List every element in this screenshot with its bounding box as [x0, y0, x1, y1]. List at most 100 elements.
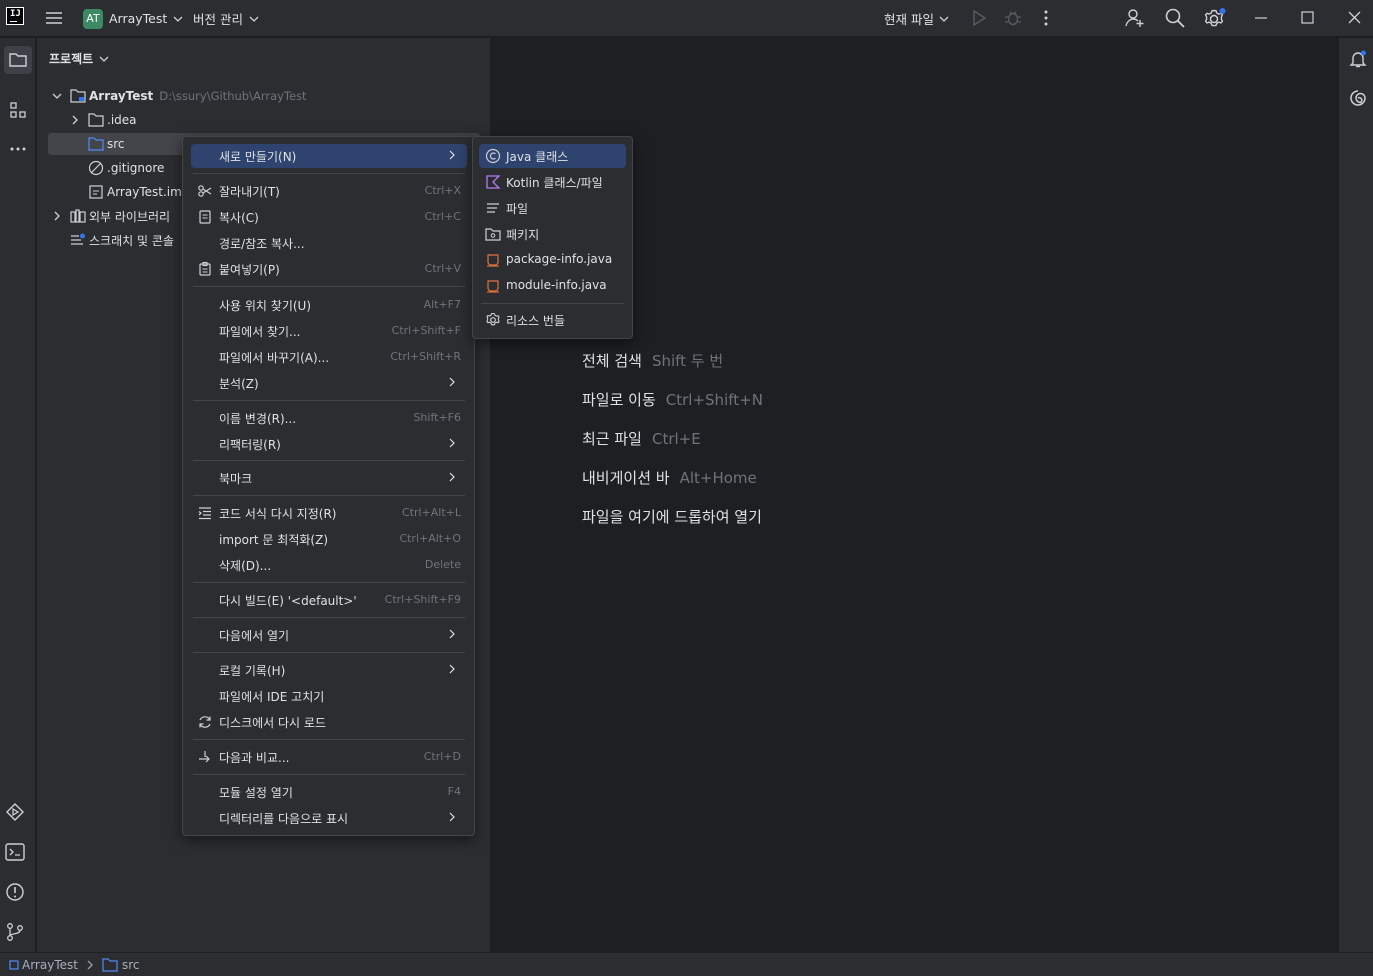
- menu-label: 파일에서 바꾸기(A)...: [219, 351, 330, 365]
- menu-separator: [193, 173, 465, 174]
- breadcrumb-item[interactable]: src: [122, 958, 140, 972]
- menu-item-local-history[interactable]: 로컬 기록(H): [191, 658, 467, 682]
- services-tool-icon[interactable]: [3, 800, 27, 824]
- hint-label: 내비게이션 바: [582, 469, 670, 487]
- more-actions-icon[interactable]: [1040, 9, 1052, 27]
- menu-item-compare-with[interactable]: 다음과 비교... Ctrl+D: [191, 745, 467, 769]
- menu-item-copy-path[interactable]: 경로/참조 복사...: [191, 231, 467, 255]
- menu-separator: [193, 774, 465, 775]
- menu-separator: [193, 652, 465, 653]
- settings-icon[interactable]: [1203, 7, 1227, 29]
- menu-item-open-in[interactable]: 다음에서 열기: [191, 623, 467, 647]
- problems-tool-icon[interactable]: [3, 880, 27, 904]
- submenu-item-package-info[interactable]: package-info.java: [479, 248, 626, 272]
- tree-item-external-libraries[interactable]: 외부 라이브러리: [51, 205, 170, 227]
- menu-item-optimize-imports[interactable]: import 문 최적화(Z) Ctrl+Alt+O: [191, 527, 467, 551]
- menu-item-cut[interactable]: 잘라내기(T) Ctrl+X: [191, 179, 467, 203]
- tree-item-iml[interactable]: ArrayTest.iml: [88, 181, 185, 203]
- submenu-label: Java 클래스: [506, 150, 569, 164]
- menu-item-mark-directory-as[interactable]: 디렉터리를 다음으로 표시: [191, 806, 467, 830]
- menu-item-new[interactable]: 새로 만들기(N): [191, 144, 467, 168]
- project-badge: AT: [83, 8, 103, 29]
- menu-item-replace-in-files[interactable]: 파일에서 바꾸기(A)... Ctrl+Shift+R: [191, 345, 467, 369]
- menu-item-refactor[interactable]: 리팩터링(R): [191, 432, 467, 456]
- menu-shortcut: Ctrl+X: [424, 184, 461, 197]
- hint-navigation-bar: 내비게이션 바 Alt+Home: [582, 467, 757, 488]
- menu-label: 복사(C): [219, 211, 259, 225]
- run-config-selector[interactable]: 현재 파일: [884, 0, 950, 37]
- hint-shortcut: Alt+Home: [679, 469, 757, 487]
- hint-shortcut: Ctrl+Shift+N: [665, 391, 763, 409]
- chevron-down-icon[interactable]: [51, 90, 63, 102]
- submenu-item-module-info[interactable]: module-info.java: [479, 274, 626, 298]
- maximize-icon[interactable]: [1301, 11, 1314, 24]
- menu-shortcut: Ctrl+C: [424, 210, 461, 223]
- notifications-icon[interactable]: [1346, 47, 1370, 71]
- folder-icon: [88, 113, 104, 127]
- hint-label: 파일로 이동: [582, 391, 656, 409]
- menu-label: 디스크에서 다시 로드: [219, 716, 326, 730]
- submenu-item-file[interactable]: 파일: [479, 196, 626, 220]
- submenu-item-package[interactable]: 패키지: [479, 222, 626, 246]
- search-icon[interactable]: [1164, 7, 1186, 29]
- close-icon[interactable]: [1348, 11, 1361, 24]
- submenu-item-resource-bundle[interactable]: 리소스 번들: [479, 308, 626, 332]
- breadcrumb-item[interactable]: ArrayTest: [22, 958, 78, 972]
- chevron-right-icon[interactable]: [69, 114, 81, 126]
- menu-label: 삭제(D)...: [219, 559, 272, 573]
- new-submenu: Java 클래스 Kotlin 클래스/파일 파일 패키지 package-in…: [472, 136, 633, 339]
- more-tools-icon[interactable]: [6, 137, 30, 161]
- menu-item-rename[interactable]: 이름 변경(R)... Shift+F6: [191, 406, 467, 430]
- tree-root-arraytest[interactable]: ArrayTest D:\ssury\Github\ArrayTest: [51, 85, 307, 107]
- menu-item-copy[interactable]: 복사(C) Ctrl+C: [191, 205, 467, 229]
- chevron-right-icon: [449, 150, 455, 160]
- menu-item-delete[interactable]: 삭제(D)... Delete: [191, 553, 467, 577]
- hint-go-to-file: 파일로 이동 Ctrl+Shift+N: [582, 389, 763, 410]
- menu-item-reload-from-disk[interactable]: 디스크에서 다시 로드: [191, 710, 467, 734]
- vcs-menu[interactable]: 버전 관리: [193, 0, 260, 37]
- run-icon[interactable]: [971, 9, 987, 27]
- menu-item-bookmarks[interactable]: 북마크: [191, 466, 467, 490]
- menu-item-module-settings[interactable]: 모듈 설정 열기 F4: [191, 780, 467, 804]
- chevron-right-icon: [449, 664, 455, 674]
- git-tool-icon[interactable]: [3, 920, 27, 944]
- tree-item-scratches[interactable]: 스크래치 및 콘솔: [70, 229, 174, 251]
- submenu-item-java-class[interactable]: Java 클래스: [479, 144, 626, 168]
- submenu-label: package-info.java: [506, 252, 613, 266]
- chevron-right-icon[interactable]: [51, 210, 63, 222]
- main-menu-icon[interactable]: [45, 9, 63, 27]
- ai-assistant-icon[interactable]: [1346, 86, 1370, 110]
- menu-shortcut: Alt+F7: [423, 298, 461, 311]
- menu-item-paste[interactable]: 붙여넣기(P) Ctrl+V: [191, 257, 467, 281]
- terminal-tool-icon[interactable]: [3, 840, 27, 864]
- tree-item-idea[interactable]: .idea: [69, 109, 137, 131]
- chevron-right-icon: [449, 438, 455, 448]
- menu-item-repair-ide[interactable]: 파일에서 IDE 고치기: [191, 684, 467, 708]
- module-folder-icon: [70, 89, 86, 103]
- tree-label: 외부 라이브러리: [89, 209, 171, 224]
- debug-icon[interactable]: [1004, 9, 1022, 27]
- menu-item-find-usages[interactable]: 사용 위치 찾기(U) Alt+F7: [191, 293, 467, 317]
- menu-item-find-in-files[interactable]: 파일에서 찾기... Ctrl+Shift+F: [191, 319, 467, 343]
- menu-item-reformat-code[interactable]: 코드 서식 다시 지정(R) Ctrl+Alt+L: [191, 501, 467, 525]
- add-user-icon[interactable]: [1124, 7, 1146, 29]
- menu-shortcut: Ctrl+D: [423, 750, 461, 763]
- project-switcher[interactable]: AT ArrayTest: [83, 0, 184, 37]
- menu-label: 경로/참조 복사...: [219, 237, 305, 251]
- tree-label: .gitignore: [107, 161, 165, 175]
- hint-drop-files: 파일을 여기에 드롭하여 열기: [582, 506, 762, 527]
- minimize-icon[interactable]: [1254, 12, 1268, 24]
- tree-label: .idea: [107, 113, 137, 127]
- menu-item-analyze[interactable]: 분석(Z): [191, 371, 467, 395]
- java-class-icon: [485, 148, 501, 164]
- menu-shortcut: Ctrl+Shift+F9: [384, 593, 461, 606]
- menu-label: 파일에서 찾기...: [219, 325, 301, 339]
- submenu-item-kotlin[interactable]: Kotlin 클래스/파일: [479, 170, 626, 194]
- tree-item-gitignore[interactable]: .gitignore: [88, 157, 164, 179]
- project-tool-icon[interactable]: [4, 46, 32, 74]
- submenu-label: 파일: [506, 202, 529, 216]
- project-panel-header[interactable]: 프로젝트: [49, 50, 110, 67]
- intellij-logo-icon[interactable]: IJ: [6, 7, 24, 25]
- structure-tool-icon[interactable]: [6, 98, 30, 122]
- menu-item-rebuild[interactable]: 다시 빌드(E) '<default>' Ctrl+Shift+F9: [191, 588, 467, 612]
